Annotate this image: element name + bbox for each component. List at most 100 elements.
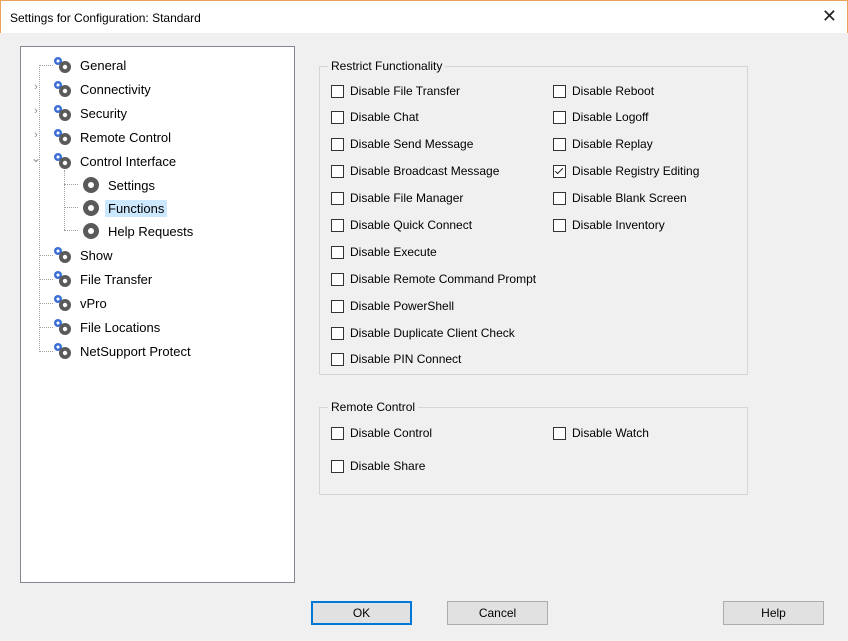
checkbox-disable-watch[interactable]: Disable Watch bbox=[553, 425, 649, 441]
checkbox-box[interactable] bbox=[553, 110, 566, 124]
tree-item-label: Help Requests bbox=[108, 223, 194, 239]
checkbox-box[interactable] bbox=[553, 426, 566, 440]
checkbox-label: Disable Logoff bbox=[572, 110, 649, 124]
checkbox-label: Disable Replay bbox=[572, 137, 653, 151]
expand-chevron-icon[interactable]: › bbox=[31, 105, 41, 117]
remote-control-group: Remote Control Disable Control Disable W… bbox=[319, 400, 748, 495]
settings-gear-icon bbox=[51, 55, 75, 75]
tree-item-connectivity[interactable]: Connectivity bbox=[51, 78, 154, 100]
gear-icon bbox=[79, 198, 103, 218]
group-title: Remote Control bbox=[328, 400, 419, 414]
checkbox-label: Disable File Manager bbox=[350, 191, 464, 205]
checkbox-label: Disable Registry Editing bbox=[572, 164, 700, 178]
checkbox-disable-file-transfer[interactable]: Disable File Transfer bbox=[331, 83, 460, 99]
tree-item-control-interface[interactable]: Control Interface bbox=[51, 150, 179, 172]
gear-icon bbox=[79, 175, 103, 195]
checkbox-box[interactable] bbox=[331, 84, 344, 98]
collapse-chevron-icon[interactable]: ⌄ bbox=[31, 151, 41, 165]
checkbox-box[interactable] bbox=[331, 245, 344, 259]
checkbox-label: Disable Execute bbox=[350, 245, 437, 259]
checkbox-disable-share[interactable]: Disable Share bbox=[331, 458, 425, 474]
tree-item-label: Control Interface bbox=[80, 153, 177, 169]
checkbox-label: Disable Broadcast Message bbox=[350, 164, 500, 178]
checkbox-box[interactable] bbox=[331, 352, 344, 366]
tree-connector bbox=[64, 207, 78, 208]
checkbox-disable-inventory[interactable]: Disable Inventory bbox=[553, 217, 665, 233]
expand-chevron-icon[interactable]: › bbox=[31, 129, 41, 141]
checkbox-box[interactable] bbox=[553, 84, 566, 98]
checkbox-box[interactable] bbox=[331, 272, 344, 286]
checkbox-label: Disable Chat bbox=[350, 110, 419, 124]
help-button[interactable]: Help bbox=[723, 601, 824, 625]
group-title: Restrict Functionality bbox=[328, 59, 446, 73]
tree-item-label: NetSupport Protect bbox=[80, 343, 191, 359]
tree-item-show[interactable]: Show bbox=[51, 244, 116, 266]
checkbox-box[interactable] bbox=[553, 218, 566, 232]
checkbox-disable-duplicate-client-check[interactable]: Disable Duplicate Client Check bbox=[331, 325, 515, 341]
ok-button[interactable]: OK bbox=[311, 601, 412, 625]
checkbox-label: Disable Quick Connect bbox=[350, 218, 473, 232]
checkbox-box[interactable] bbox=[331, 218, 344, 232]
checkbox-box[interactable] bbox=[553, 137, 566, 151]
checkbox-box[interactable] bbox=[331, 459, 344, 473]
checkbox-disable-reboot[interactable]: Disable Reboot bbox=[553, 83, 654, 99]
checkbox-box[interactable] bbox=[331, 191, 344, 205]
settings-gear-icon bbox=[51, 151, 75, 171]
checkbox-disable-registry-editing[interactable]: Disable Registry Editing bbox=[553, 163, 699, 179]
checkbox-label: Disable Blank Screen bbox=[572, 191, 687, 205]
tree-item-help-requests[interactable]: Help Requests bbox=[79, 220, 196, 242]
checkbox-box[interactable] bbox=[331, 110, 344, 124]
tree-item-label: General bbox=[80, 57, 127, 73]
tree-item-remote-control[interactable]: Remote Control bbox=[51, 126, 174, 148]
checkbox-label: Disable Share bbox=[350, 459, 426, 473]
checkbox-disable-logoff[interactable]: Disable Logoff bbox=[553, 109, 649, 125]
checkbox-disable-remote-command-prompt[interactable]: Disable Remote Command Prompt bbox=[331, 271, 536, 287]
checkbox-disable-control[interactable]: Disable Control bbox=[331, 425, 432, 441]
tree-item-file-transfer[interactable]: File Transfer bbox=[51, 268, 155, 290]
checkbox-box[interactable] bbox=[331, 326, 344, 340]
checkbox-box[interactable] bbox=[331, 164, 344, 178]
close-icon[interactable]: ✕ bbox=[822, 6, 837, 26]
tree-item-label: Show bbox=[80, 247, 113, 263]
tree-item-netsupport-protect[interactable]: NetSupport Protect bbox=[51, 340, 194, 362]
tree-item-settings[interactable]: Settings bbox=[79, 174, 158, 196]
tree-item-vpro[interactable]: vPro bbox=[51, 292, 110, 314]
cancel-button[interactable]: Cancel bbox=[447, 601, 548, 625]
checkbox-box[interactable] bbox=[553, 191, 566, 205]
tree-item-security[interactable]: Security bbox=[51, 102, 130, 124]
settings-tree[interactable]: › › › ⌄ General Connectivity Security Re… bbox=[20, 46, 295, 583]
checkbox-disable-quick-connect[interactable]: Disable Quick Connect bbox=[331, 217, 472, 233]
expand-chevron-icon[interactable]: › bbox=[31, 81, 41, 93]
settings-gear-icon bbox=[51, 79, 75, 99]
checkbox-label: Disable Send Message bbox=[350, 137, 474, 151]
checkbox-box[interactable] bbox=[331, 299, 344, 313]
checkbox-box-checked[interactable] bbox=[553, 164, 566, 178]
tree-item-label: Functions bbox=[105, 199, 168, 217]
tree-item-file-locations[interactable]: File Locations bbox=[51, 316, 163, 338]
checkbox-disable-powershell[interactable]: Disable PowerShell bbox=[331, 298, 454, 314]
settings-gear-icon bbox=[51, 103, 75, 123]
settings-gear-icon bbox=[51, 293, 75, 313]
checkbox-disable-broadcast-message[interactable]: Disable Broadcast Message bbox=[331, 163, 499, 179]
checkbox-disable-replay[interactable]: Disable Replay bbox=[553, 136, 653, 152]
checkbox-label: Disable PIN Connect bbox=[350, 352, 462, 366]
tree-item-general[interactable]: General bbox=[51, 54, 129, 76]
tree-item-label: Security bbox=[80, 105, 127, 121]
checkbox-disable-execute[interactable]: Disable Execute bbox=[331, 244, 437, 260]
checkbox-label: Disable Watch bbox=[572, 426, 649, 440]
checkbox-disable-blank-screen[interactable]: Disable Blank Screen bbox=[553, 190, 687, 206]
settings-gear-icon bbox=[51, 127, 75, 147]
checkbox-disable-pin-connect[interactable]: Disable PIN Connect bbox=[331, 351, 461, 367]
tree-item-label: Remote Control bbox=[80, 129, 172, 145]
window-title: Settings for Configuration: Standard bbox=[10, 11, 201, 25]
checkbox-label: Disable Inventory bbox=[572, 218, 665, 232]
checkbox-disable-send-message[interactable]: Disable Send Message bbox=[331, 136, 473, 152]
tree-item-label: vPro bbox=[80, 295, 107, 311]
checkbox-disable-file-manager[interactable]: Disable File Manager bbox=[331, 190, 463, 206]
checkbox-box[interactable] bbox=[331, 137, 344, 151]
checkbox-box[interactable] bbox=[331, 426, 344, 440]
checkbox-label: Disable Remote Command Prompt bbox=[350, 272, 537, 286]
settings-gear-icon bbox=[51, 245, 75, 265]
checkbox-disable-chat[interactable]: Disable Chat bbox=[331, 109, 419, 125]
tree-item-functions[interactable]: Functions bbox=[79, 197, 168, 219]
